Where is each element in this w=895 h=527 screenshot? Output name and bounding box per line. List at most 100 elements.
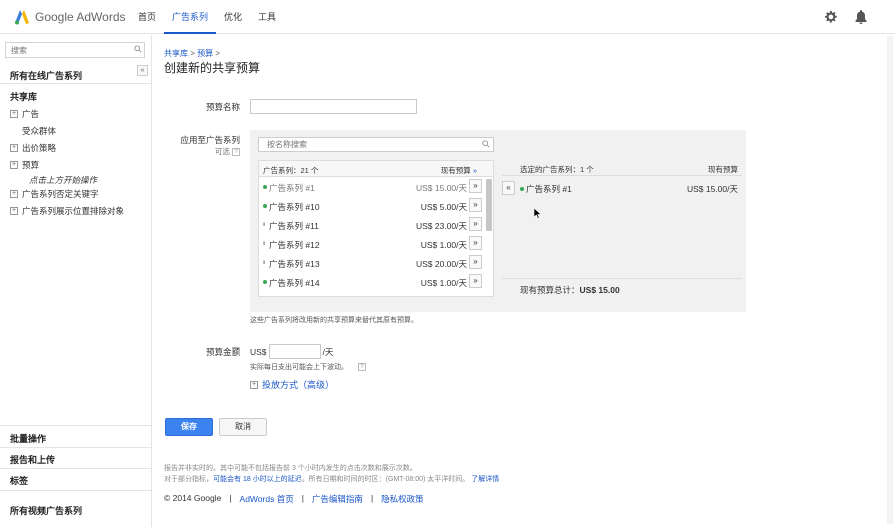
footnote-realtime: 报告并非实时的。其中可能不包括报告前 3 个小时内发生的点击次数和展示次数。 — [164, 465, 417, 472]
selected-campaign-budget: US$ 15.00/天 — [686, 184, 738, 194]
budget-note: 实际每日支出可能会上下波动。 ? — [250, 362, 366, 372]
nav-optimize[interactable]: 优化 — [216, 0, 250, 34]
add-all-icon[interactable]: » — [473, 166, 477, 175]
total-budget: 现有预算总计：US$ 15.00 — [520, 284, 620, 296]
total-value: US$ 15.00 — [579, 285, 620, 295]
nav-home[interactable]: 首页 — [130, 0, 164, 34]
status-paused-icon: ıı — [263, 241, 266, 247]
breadcrumb-sep: > — [190, 49, 195, 58]
sidebar-shared-library[interactable]: 共享库 — [10, 90, 37, 103]
status-active-icon — [263, 204, 267, 208]
sidebar-item-negative-keywords[interactable]: + 广告系列否定关键字 — [10, 188, 99, 200]
add-campaign-button[interactable]: » — [469, 255, 482, 269]
main-content: 共享库 > 预算 > 创建新的共享预算 预算名称 应用至广告系列 可选 ? 广告… — [152, 35, 895, 527]
nav-campaigns[interactable]: 广告系列 — [164, 0, 217, 34]
sidebar-item-label: 广告系列展示位置排除对象 — [22, 206, 125, 216]
help-icon[interactable]: ? — [357, 363, 366, 372]
bell-icon[interactable] — [855, 10, 867, 26]
campaign-name: 广告系列 #13 — [269, 259, 320, 269]
sidebar-all-campaigns[interactable]: 所有在线广告系列 — [10, 69, 82, 82]
sidebar-all-video-campaigns[interactable]: 所有视频广告系列 — [10, 504, 82, 517]
selected-campaigns-pane: 选定的广告系列：1 个 现有预算 « 广告系列 #1 US$ 15.00/天 现… — [502, 160, 742, 297]
campaign-budget: US$ 20.00/天 — [415, 259, 467, 269]
sidebar-item-placement-exclusions[interactable]: + 广告系列展示位置排除对象 — [10, 205, 124, 217]
divider — [0, 425, 152, 426]
sidebar-item-audiences[interactable]: 受众群体 — [22, 125, 56, 137]
cancel-button[interactable]: 取消 — [219, 418, 267, 436]
breadcrumb-sep: > — [215, 49, 221, 58]
breadcrumb-shared-library[interactable]: 共享库 — [164, 49, 188, 58]
campaign-row: 广告系列 #10 US$ 5.00/天 » — [259, 196, 493, 215]
budget-note-text: 实际每日支出可能会上下波动。 — [250, 364, 348, 371]
divider — [0, 83, 152, 84]
add-campaign-button[interactable]: » — [469, 217, 482, 231]
campaign-name: 广告系列 #12 — [269, 240, 320, 250]
campaign-budget: US$ 1.00/天 — [420, 278, 467, 288]
sidebar-bulk-operations[interactable]: 批量操作 — [10, 432, 46, 445]
campaign-row: 广告系列 #14 US$ 1.00/天 » — [259, 272, 493, 291]
footer-link-adwords-home[interactable]: AdWords 首页 — [240, 493, 294, 505]
footnote-delay: 对于部分指标，可能会有 18 小时以上的延迟。所有日期和时间的时区：(GMT-0… — [164, 474, 499, 484]
divider — [502, 278, 742, 279]
adwords-logo[interactable]: Google AdWords — [14, 9, 126, 25]
sidebar-item-bid-strategies[interactable]: + 出价策略 — [10, 142, 56, 154]
delivery-method-link[interactable]: + 投放方式（高级） — [250, 378, 334, 391]
expand-icon[interactable]: + — [10, 110, 18, 118]
campaign-list-header: 广告系列：21 个 现有预算 » — [259, 161, 493, 177]
learn-more-link[interactable]: 了解详情 — [471, 476, 499, 483]
campaign-name: 广告系列 #1 — [269, 183, 315, 193]
total-label: 现有预算总计： — [520, 285, 580, 295]
campaign-search-input[interactable] — [258, 137, 494, 152]
expand-icon[interactable]: + — [10, 190, 18, 198]
optional-text: 可选 — [214, 147, 230, 156]
nav-tools[interactable]: 工具 — [250, 0, 284, 34]
breadcrumb-budgets[interactable]: 预算 — [197, 49, 213, 58]
status-active-icon — [520, 187, 524, 191]
top-icons — [824, 10, 867, 26]
expand-icon[interactable]: + — [250, 380, 258, 389]
sidebar-reports-uploads[interactable]: 报告和上传 — [10, 453, 55, 466]
campaign-name: 广告系列 #11 — [269, 221, 319, 231]
status-paused-icon: ıı — [263, 222, 266, 228]
footer: © 2014 Google | AdWords 首页 | 广告编辑指南 | 隐私… — [164, 493, 424, 505]
expand-icon[interactable]: + — [10, 161, 18, 169]
delay-link[interactable]: 可能会有 18 小时以上的延迟 — [213, 476, 302, 483]
sidebar-item-label: 广告 — [22, 109, 40, 119]
add-campaign-button[interactable]: » — [469, 274, 482, 288]
budget-amount-input[interactable] — [268, 344, 321, 359]
selected-header: 选定的广告系列：1 个 现有预算 — [502, 160, 742, 176]
expand-icon[interactable]: + — [10, 207, 18, 215]
budget-name-input[interactable] — [250, 99, 417, 114]
collapse-sidebar-button[interactable]: « — [137, 65, 148, 76]
sidebar-labels[interactable]: 标签 — [10, 474, 28, 487]
add-all-header[interactable]: 现有预算 » — [441, 165, 477, 176]
search-icon[interactable] — [482, 140, 490, 150]
help-icon[interactable]: ? — [232, 148, 240, 157]
footer-link-privacy-policy[interactable]: 隐私权政策 — [381, 493, 424, 505]
footer-link-editorial-guidelines[interactable]: 广告编辑指南 — [312, 493, 363, 505]
remove-campaign-button[interactable]: « — [502, 181, 515, 195]
add-campaign-button[interactable]: » — [469, 198, 482, 212]
search-icon[interactable] — [134, 45, 142, 55]
sidebar-item-ads[interactable]: + 广告 — [10, 108, 39, 120]
per-day-label: /天 — [322, 346, 334, 357]
add-campaign-button[interactable]: » — [469, 179, 482, 193]
add-campaign-button[interactable]: » — [469, 236, 482, 250]
help-icon[interactable]: ? — [232, 347, 240, 355]
sidebar-search-input[interactable] — [5, 42, 145, 58]
copyright: © 2014 Google — [164, 493, 222, 503]
save-button[interactable]: 保存 — [165, 418, 213, 436]
gear-icon[interactable] — [824, 10, 837, 26]
page-scrollbar[interactable] — [887, 36, 893, 524]
breadcrumb: 共享库 > 预算 > — [164, 48, 220, 59]
footer-sep: | — [301, 493, 304, 503]
campaign-row: ıı 广告系列 #11 US$ 23.00/天 » — [259, 215, 493, 234]
campaign-budget: US$ 1.00/天 — [420, 240, 467, 250]
sidebar-item-label: 预算 — [22, 160, 40, 170]
sidebar: 所有在线广告系列 « 共享库 + 广告 受众群体 + 出价策略 + 预算 点击上… — [0, 35, 152, 527]
footnote-text: 。所有日期和时间的时区：(GMT-08:00) 太平洋时间。 — [301, 476, 470, 483]
apply-to-campaigns-label: 应用至广告系列 — [180, 135, 240, 145]
logo-adwords: AdWords — [76, 10, 126, 24]
expand-icon[interactable]: + — [10, 144, 18, 152]
sidebar-item-budgets[interactable]: + 预算 — [10, 159, 39, 171]
